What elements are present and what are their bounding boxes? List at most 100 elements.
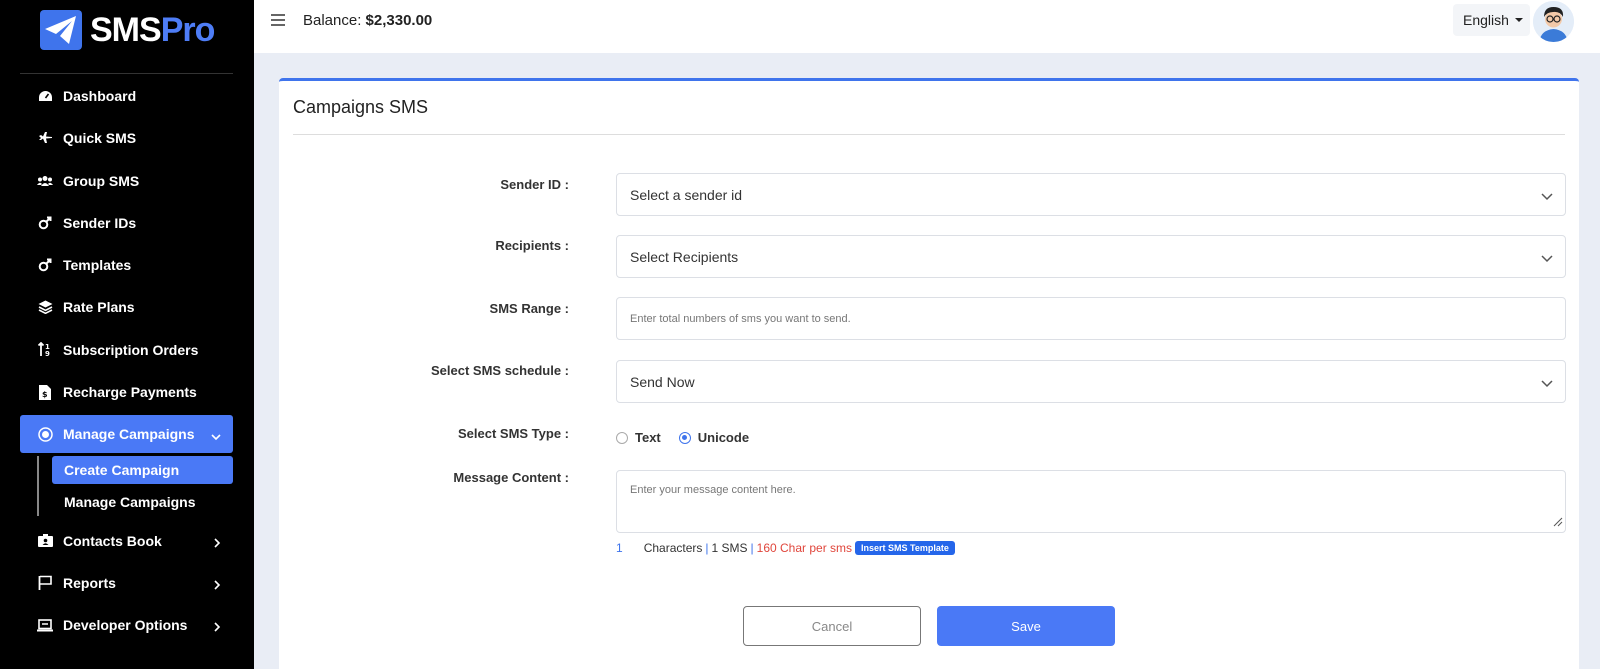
sms-type-unicode-option[interactable]: Unicode (678, 430, 750, 445)
sms-range-input[interactable]: Enter total numbers of sms you want to s… (616, 297, 1566, 340)
sidebar-item-contacts-book[interactable]: Contacts Book (20, 522, 233, 560)
chevron-right-icon (214, 535, 221, 551)
sidebar-item-manage-campaigns[interactable]: Manage Campaigns (20, 415, 233, 454)
dashboard-icon (37, 88, 53, 104)
hamburger-menu-icon[interactable] (270, 12, 286, 28)
sort-icon: 19 (37, 342, 53, 358)
sidebar-item-developer-options[interactable]: Developer Options (20, 606, 233, 644)
message-placeholder: Enter your message content here. (630, 484, 796, 496)
sidebar-item-reports[interactable]: Reports (20, 564, 233, 602)
sidebar-item-subscription-orders[interactable]: 19 Subscription Orders (20, 331, 233, 369)
sidebar-item-label: Contacts Book (63, 532, 162, 549)
chevron-right-icon (214, 577, 221, 593)
separator: | (750, 541, 754, 555)
sidebar-item-dashboard[interactable]: Dashboard (20, 77, 233, 115)
cancel-button[interactable]: Cancel (743, 606, 921, 646)
message-content-textarea[interactable]: Enter your message content here. (616, 470, 1566, 533)
sms-range-label: SMS Range : (489, 301, 569, 316)
sidebar-item-label: Quick SMS (63, 130, 137, 147)
sms-type-label: Select SMS Type : (457, 426, 569, 441)
chars-per-sms: 160 Char per sms (756, 541, 853, 555)
topbar: Balance: $2,330.00 English (254, 0, 1600, 53)
sidebar: SMSPro Dashboard Quick SMS Group SMS Sen… (0, 0, 254, 669)
invoice-icon: $ (37, 384, 53, 400)
sender-id-select[interactable]: Select a sender id (616, 173, 1566, 216)
characters-text: Characters (643, 541, 703, 555)
brand-name: SMSPro (90, 10, 215, 49)
radio-text-label: Text (635, 430, 661, 445)
sms-schedule-select[interactable]: Send Now (616, 360, 1566, 403)
sidebar-item-sender-ids[interactable]: Sender IDs (20, 204, 233, 242)
submenu-item-manage-campaigns[interactable]: Manage Campaigns (52, 488, 233, 516)
card-divider (293, 134, 1565, 135)
svg-text:9: 9 (45, 350, 50, 357)
chevron-down-icon (1541, 188, 1553, 204)
sidebar-item-quick-sms[interactable]: Quick SMS (20, 119, 233, 157)
balance-value: $2,330.00 (365, 12, 433, 29)
chevron-down-icon (211, 428, 221, 444)
caret-down-icon (1514, 18, 1523, 22)
balance-label: Balance: (303, 12, 362, 29)
chevron-down-icon (1541, 250, 1553, 266)
sidebar-item-label: Recharge Payments (63, 384, 197, 401)
recipients-select[interactable]: Select Recipients (616, 235, 1566, 278)
plane-icon (37, 130, 53, 146)
laptop-icon (37, 617, 53, 633)
submenu-item-label: Create Campaign (64, 461, 180, 478)
mars-icon (37, 257, 53, 273)
sidebar-item-label: Developer Options (63, 617, 188, 634)
sms-range-placeholder: Enter total numbers of sms you want to s… (630, 312, 851, 325)
sms-count: 1 SMS (711, 541, 748, 555)
resize-handle-icon[interactable] (1553, 517, 1563, 530)
sidebar-item-label: Subscription Orders (63, 341, 199, 358)
language-label: English (1463, 12, 1509, 28)
campaigns-submenu: Create Campaign Manage Campaigns (20, 455, 233, 516)
sms-schedule-value: Send Now (630, 373, 695, 390)
radio-unicode[interactable] (678, 431, 691, 444)
submenu-item-create-campaign[interactable]: Create Campaign (52, 455, 233, 484)
sidebar-item-label: Templates (63, 257, 132, 274)
brand-logo[interactable]: SMSPro (40, 10, 215, 50)
user-avatar[interactable] (1533, 1, 1574, 42)
submenu-item-label: Manage Campaigns (64, 493, 196, 510)
sidebar-item-rate-plans[interactable]: Rate Plans (20, 288, 233, 326)
campaign-form-card: Campaigns SMS Sender ID : Select a sende… (279, 78, 1579, 669)
chevron-right-icon (214, 619, 221, 635)
separator: | (705, 541, 709, 555)
sender-id-value: Select a sender id (630, 186, 743, 203)
sms-type-text-option[interactable]: Text (616, 430, 661, 445)
sms-type-radio-group: Text Unicode (616, 430, 767, 445)
svg-text:$: $ (42, 390, 48, 399)
radio-unicode-label: Unicode (697, 430, 750, 445)
page-title: Campaigns SMS (293, 97, 429, 117)
sms-schedule-label: Select SMS schedule : (431, 363, 569, 378)
sidebar-item-group-sms[interactable]: Group SMS (20, 162, 233, 200)
sidebar-item-templates[interactable]: Templates (20, 246, 233, 284)
language-dropdown[interactable]: English (1453, 4, 1530, 36)
bullseye-icon (37, 426, 53, 442)
sidebar-item-label: Sender IDs (63, 214, 137, 231)
paper-plane-logo-icon (40, 10, 82, 50)
sidebar-nav: Dashboard Quick SMS Group SMS Sender IDs… (20, 77, 233, 649)
character-count: 1 (616, 541, 623, 555)
users-icon (37, 173, 53, 189)
save-button[interactable]: Save (937, 606, 1115, 646)
message-counter: 1 Characters | 1 SMS | 160 Char per sms … (616, 541, 955, 555)
sidebar-item-label: Dashboard (63, 88, 137, 104)
sender-id-label: Sender ID : (500, 177, 569, 192)
sidebar-item-label: Reports (63, 574, 116, 591)
sidebar-item-label: Group SMS (63, 172, 140, 189)
recipients-value: Select Recipients (630, 248, 739, 265)
layers-icon (37, 299, 53, 315)
sidebar-item-label: Manage Campaigns (63, 426, 195, 443)
radio-text[interactable] (616, 431, 628, 444)
chevron-down-icon (1541, 375, 1553, 391)
sidebar-item-label: Rate Plans (63, 299, 135, 316)
message-content-label: Message Content : (453, 470, 569, 485)
sidebar-divider (20, 73, 233, 74)
insert-sms-template-button[interactable]: Insert SMS Template (855, 541, 955, 555)
recipients-label: Recipients : (495, 238, 569, 253)
sidebar-item-recharge-payments[interactable]: $ Recharge Payments (20, 373, 233, 411)
mars-icon (37, 215, 53, 231)
account-balance: Balance: $2,330.00 (303, 12, 432, 29)
